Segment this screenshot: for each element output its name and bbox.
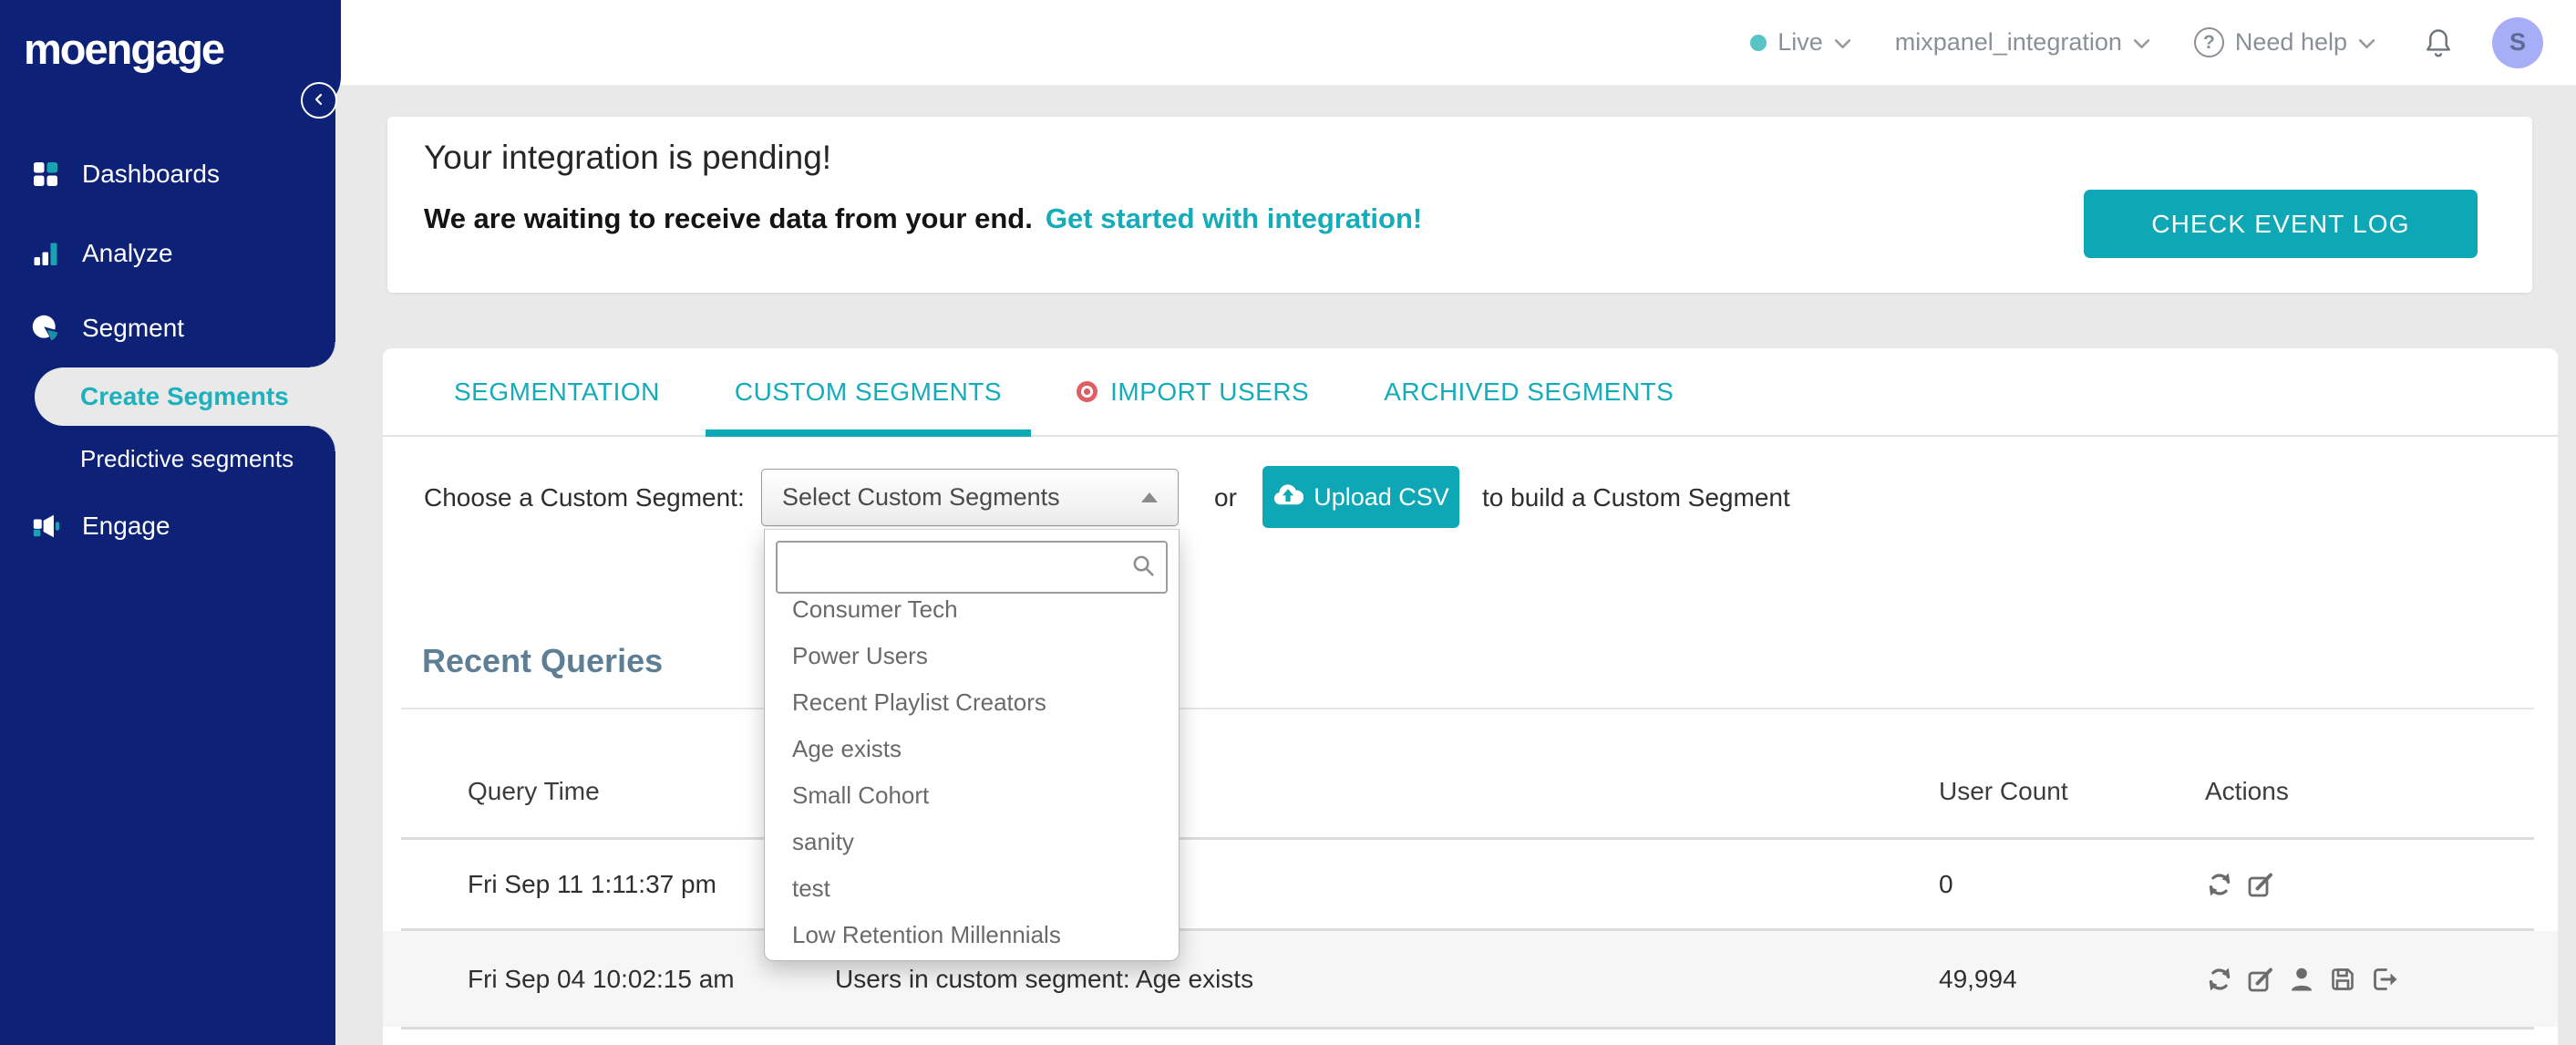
dropdown-options: Consumer Tech Power Users Recent Playlis… xyxy=(765,586,1179,958)
status-dot-icon xyxy=(1750,34,1767,51)
export-icon[interactable] xyxy=(2369,965,2398,994)
chevron-down-icon xyxy=(2133,38,2150,49)
sidebar: Dashboards Analyze Segment Create Segmen… xyxy=(0,0,335,1045)
tab-archived-segments[interactable]: ARCHIVED SEGMENTS xyxy=(1355,348,1703,435)
need-help-label: Need help xyxy=(2234,28,2347,56)
dropdown-option[interactable]: Recent Playlist Creators xyxy=(765,679,1179,726)
sidebar-item-dashboards[interactable]: Dashboards xyxy=(0,150,335,198)
chevron-down-icon xyxy=(2358,38,2375,49)
project-name: mixpanel_integration xyxy=(1894,28,2122,56)
sidebar-item-engage[interactable]: Engage xyxy=(0,502,335,550)
query-time-cell: Fri Sep 04 10:02:15 am xyxy=(468,964,735,993)
edit-icon[interactable] xyxy=(2246,965,2275,994)
tab-segmentation[interactable]: SEGMENTATION xyxy=(425,348,689,435)
avatar[interactable]: S xyxy=(2492,16,2543,68)
environment-label: Live xyxy=(1777,28,1823,56)
megaphone-icon xyxy=(31,512,60,541)
check-event-log-button[interactable]: CHECK EVENT LOG xyxy=(2084,190,2478,258)
environment-selector[interactable]: Live xyxy=(1750,28,1851,57)
table-row: Fri Sep 11 1:11:37 pm 0 xyxy=(383,840,2558,928)
dropdown-option[interactable]: Low Retention Millennials xyxy=(765,912,1179,958)
column-actions: Actions xyxy=(2205,777,2289,805)
chevron-left-icon xyxy=(311,91,327,110)
upload-csv-label: Upload CSV xyxy=(1314,482,1449,511)
user-count-cell: 0 xyxy=(1939,869,1953,898)
dropdown-option[interactable]: test xyxy=(765,865,1179,912)
sidebar-item-label: Segment xyxy=(82,314,185,342)
refresh-icon[interactable] xyxy=(2205,965,2234,994)
column-query-time: Query Time xyxy=(468,777,600,805)
moengage-logo: moengage xyxy=(24,25,225,73)
banner-message-text: We are waiting to receive data from your… xyxy=(424,202,1033,234)
banner-title: Your integration is pending! xyxy=(424,139,832,176)
sidebar-item-label: Engage xyxy=(82,512,170,540)
chevron-down-icon xyxy=(1834,38,1851,49)
select-value: Select Custom Segments xyxy=(782,483,1060,511)
save-icon[interactable] xyxy=(2328,965,2357,994)
build-segment-label: to build a Custom Segment xyxy=(1482,482,1790,512)
cloud-upload-icon xyxy=(1273,481,1304,512)
dropdown-option[interactable]: Consumer Tech xyxy=(765,586,1179,633)
column-user-count: User Count xyxy=(1939,777,2068,805)
sidebar-item-analyze[interactable]: Analyze xyxy=(0,230,335,277)
tab-label: SEGMENTATION xyxy=(454,377,660,406)
divider xyxy=(401,708,2534,709)
user-count-cell: 49,994 xyxy=(1939,964,2017,993)
table-row: Fri Sep 04 10:02:15 am Users in custom s… xyxy=(383,931,2558,1027)
integration-pending-banner: Your integration is pending! We are wait… xyxy=(387,117,2532,293)
sidebar-item-label: Analyze xyxy=(82,239,173,267)
bell-icon[interactable] xyxy=(2423,26,2454,59)
actions-cell xyxy=(2205,965,2398,994)
dropdown-option[interactable]: sanity xyxy=(765,819,1179,865)
tab-label: IMPORT USERS xyxy=(1110,377,1310,406)
query-cell: Users in custom segment: Age exists xyxy=(835,964,1254,993)
sidebar-item-predictive-segments[interactable]: Predictive segments xyxy=(0,435,335,482)
tab-custom-segments[interactable]: CUSTOM SEGMENTS xyxy=(705,348,1032,437)
dropdown-option[interactable]: Age exists xyxy=(765,726,1179,772)
segments-card: SEGMENTATION CUSTOM SEGMENTS IMPORT USER… xyxy=(383,348,2558,1045)
custom-segment-select[interactable]: Select Custom Segments xyxy=(761,469,1179,526)
custom-segment-dropdown: Consumer Tech Power Users Recent Playlis… xyxy=(764,529,1180,961)
question-circle-icon: ? xyxy=(2193,27,2224,57)
sidebar-item-segment[interactable]: Segment xyxy=(0,305,335,352)
sidebar-item-label: Create Segments xyxy=(80,382,289,410)
dropdown-option[interactable]: Small Cohort xyxy=(765,772,1179,819)
magnifier-icon xyxy=(1131,554,1157,584)
sidebar-item-label: Predictive segments xyxy=(80,444,294,472)
dropdown-option[interactable]: Power Users xyxy=(765,633,1179,679)
project-selector[interactable]: mixpanel_integration xyxy=(1895,28,2150,57)
edit-icon[interactable] xyxy=(2246,870,2275,899)
recent-queries-title: Recent Queries xyxy=(422,642,664,679)
or-label: or xyxy=(1214,482,1237,512)
dashboards-grid-icon xyxy=(31,160,60,189)
get-started-link[interactable]: Get started with integration! xyxy=(1046,202,1422,235)
sidebar-item-label: Dashboards xyxy=(82,160,220,188)
choose-segment-label: Choose a Custom Segment: xyxy=(424,482,745,512)
table-header: Query Time User Count Actions xyxy=(383,751,2558,837)
chevron-up-icon xyxy=(1141,492,1158,502)
red-dot-icon xyxy=(1077,381,1098,402)
tab-import-users[interactable]: IMPORT USERS xyxy=(1047,348,1338,435)
actions-cell xyxy=(2205,870,2275,899)
segment-tabs: SEGMENTATION CUSTOM SEGMENTS IMPORT USER… xyxy=(383,348,2558,437)
divider xyxy=(401,1027,2534,1029)
tab-label: CUSTOM SEGMENTS xyxy=(734,377,1003,406)
refresh-icon[interactable] xyxy=(2205,870,2234,899)
sidebar-collapse-button[interactable] xyxy=(301,82,337,119)
sidebar-item-create-segments[interactable]: Create Segments xyxy=(35,342,335,451)
upload-csv-button[interactable]: Upload CSV xyxy=(1262,466,1459,528)
bar-chart-icon xyxy=(31,239,60,268)
need-help-menu[interactable]: ? Need help xyxy=(2193,27,2375,57)
logo-block: moengage xyxy=(0,0,341,111)
tab-label: ARCHIVED SEGMENTS xyxy=(1384,377,1674,406)
top-bar: Live mixpanel_integration ? Need help S xyxy=(335,0,2576,86)
user-icon[interactable] xyxy=(2287,965,2316,994)
query-time-cell: Fri Sep 11 1:11:37 pm xyxy=(468,869,716,898)
banner-message: We are waiting to receive data from your… xyxy=(424,202,1422,235)
pie-chart-icon xyxy=(31,314,60,343)
app-window: Live mixpanel_integration ? Need help S xyxy=(0,0,2576,1045)
